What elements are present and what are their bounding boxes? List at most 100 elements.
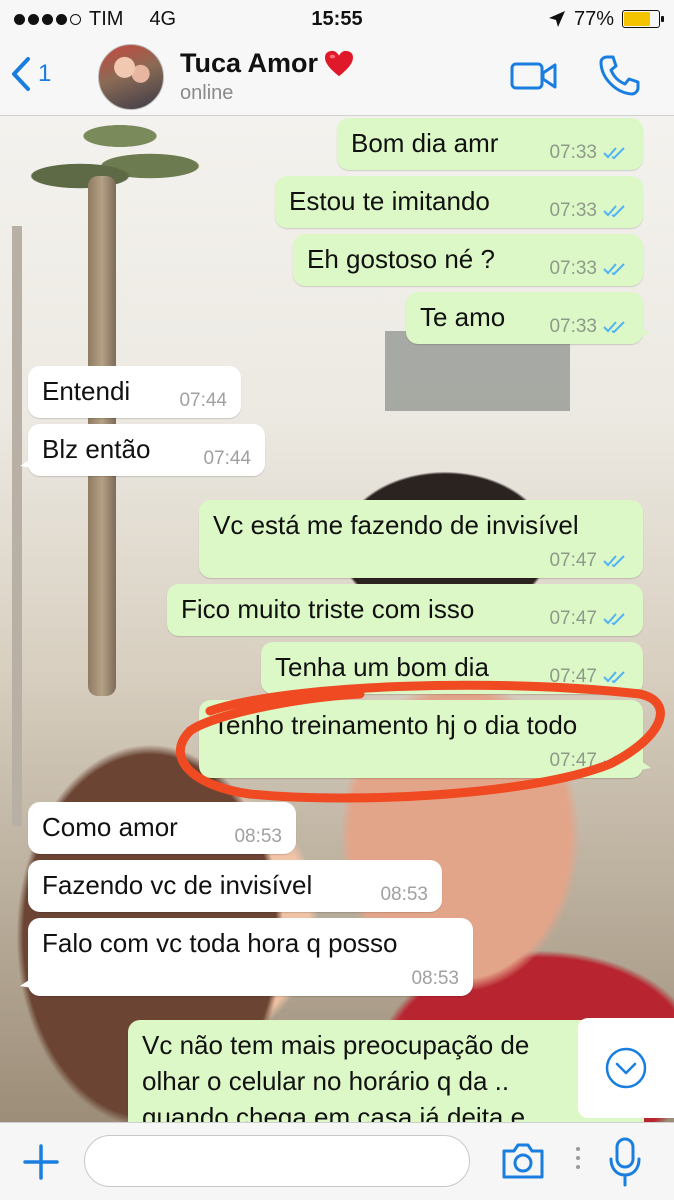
double-check-icon <box>603 147 625 160</box>
vertical-dots-icon <box>576 1147 580 1169</box>
message-input[interactable] <box>84 1135 470 1187</box>
message-bubble[interactable]: Falo com vc toda hora q posso 08:53 <box>20 918 473 996</box>
message-meta: 07:33 <box>549 316 629 338</box>
location-arrow-icon <box>548 11 565 27</box>
message-text: Bom dia amr <box>351 128 499 158</box>
double-check-icon <box>603 205 625 218</box>
back-chevron-icon <box>12 57 30 91</box>
message-bubble[interactable]: Tenho treinamento hj o dia todo 07:47 <box>199 700 651 778</box>
plus-icon <box>23 1144 59 1180</box>
message-time: 07:44 <box>179 390 227 411</box>
message-text: Tenha um bom dia <box>275 652 489 682</box>
battery-percent: 77% <box>573 7 614 30</box>
message-text: Fico muito triste com isso <box>181 594 475 624</box>
message-meta: 07:33 <box>549 258 629 280</box>
back-button[interactable]: 1 <box>10 56 51 92</box>
message-bubble[interactable]: Fico muito triste com isso 07:47 <box>167 584 643 636</box>
message-time: 07:33 <box>549 316 597 337</box>
battery-fill <box>624 12 651 26</box>
contact-status: online <box>180 82 234 104</box>
message-text-line: Vc não tem mais preocupação de <box>142 1030 530 1060</box>
back-count: 1 <box>38 60 52 87</box>
contact-name-text: Tuca Amor <box>180 48 319 78</box>
double-check-icon <box>603 613 625 626</box>
message-bubble[interactable]: Blz então 07:44 <box>20 424 265 476</box>
message-bubble[interactable]: Tenha um bom dia 07:47 <box>261 642 643 694</box>
microphone-icon <box>609 1137 641 1187</box>
message-time: 07:47 <box>549 550 597 571</box>
message-time: 07:33 <box>549 258 597 279</box>
avatar[interactable] <box>98 44 164 110</box>
message-time: 08:53 <box>380 884 428 905</box>
chevron-down-icon <box>605 1047 647 1089</box>
message-meta: 07:33 <box>549 200 629 222</box>
double-check-icon <box>603 263 625 276</box>
message-meta: 07:44 <box>203 448 251 470</box>
message-meta: 07:33 <box>549 142 629 164</box>
message-time: 07:47 <box>549 666 597 687</box>
signal-strength-icon <box>14 13 81 25</box>
status-right: 77% <box>548 7 664 31</box>
message-text: Estou te imitando <box>289 186 490 216</box>
double-check-icon <box>603 755 625 768</box>
message-bubble[interactable]: Fazendo vc de invisível 08:53 <box>28 860 442 912</box>
voice-call-button[interactable] <box>598 54 640 96</box>
phone-icon <box>599 55 640 96</box>
status-bar: TIM 4G 15:55 77% <box>0 0 674 38</box>
message-meta: 08:53 <box>411 968 459 990</box>
message-time: 07:47 <box>549 750 597 771</box>
message-bubble[interactable]: Vc não tem mais preocupação de olhar o c… <box>128 1020 644 1122</box>
message-time: 07:33 <box>549 142 597 163</box>
message-bubble[interactable]: Bom dia amr 07:33 <box>337 118 643 170</box>
message-bubble[interactable]: Eh gostoso né ? 07:33 <box>293 234 643 286</box>
message-text: Fazendo vc de invisível <box>42 870 313 900</box>
message-text: Falo com vc toda hora q posso <box>42 928 398 958</box>
carrier-label: TIM <box>89 7 124 30</box>
heart-icon <box>325 50 354 76</box>
message-text: Vc está me fazendo de invisível <box>213 510 579 540</box>
message-bubble[interactable]: Como amor 08:53 <box>28 802 296 854</box>
message-time: 07:44 <box>203 448 251 469</box>
double-check-icon <box>603 671 625 684</box>
video-call-button[interactable] <box>510 60 558 92</box>
video-camera-icon <box>510 62 557 90</box>
message-time: 08:53 <box>234 826 282 847</box>
scroll-to-bottom-button[interactable] <box>578 1018 674 1118</box>
network-label: 4G <box>149 7 177 30</box>
message-text: Entendi <box>42 376 131 406</box>
message-time: 07:33 <box>549 200 597 221</box>
message-meta: 08:53 <box>380 884 428 906</box>
message-meta: 08:53 <box>234 826 282 848</box>
double-check-icon <box>603 321 625 334</box>
message-text: Blz então <box>42 434 151 464</box>
message-time: 08:53 <box>411 968 459 989</box>
camera-button[interactable] <box>500 1141 546 1181</box>
status-left: TIM 4G <box>14 8 176 31</box>
microphone-button[interactable] <box>608 1137 642 1187</box>
message-text-line: quando chega em casa já deita e <box>142 1102 526 1122</box>
input-bar <box>0 1122 674 1200</box>
double-check-icon <box>603 555 625 568</box>
battery-icon <box>622 10 664 28</box>
message-meta: 07:47 <box>549 550 629 572</box>
message-meta: 07:47 <box>549 750 629 772</box>
message-text: Como amor <box>42 812 178 842</box>
attach-button[interactable] <box>22 1143 60 1181</box>
message-bubble[interactable]: Vc está me fazendo de invisível 07:47 <box>199 500 643 578</box>
message-bubble[interactable]: Estou te imitando 07:33 <box>275 176 643 228</box>
chat-header: 1 Tuca Amor online <box>0 38 674 116</box>
wallpaper-pole <box>12 226 22 826</box>
message-bubble[interactable]: Entendi 07:44 <box>28 366 241 418</box>
message-bubble[interactable]: Te amo 07:33 <box>406 292 651 344</box>
camera-icon <box>502 1143 544 1179</box>
message-time: 07:47 <box>549 608 597 629</box>
message-meta: 07:47 <box>549 666 629 688</box>
message-text: Te amo <box>420 302 506 332</box>
message-text-line: olhar o celular no horário q da .. <box>142 1066 510 1096</box>
message-meta: 07:44 <box>179 390 227 412</box>
chat-area[interactable]: Bom dia amr 07:33 Estou te imitando 07:3… <box>0 116 674 1122</box>
message-meta: 07:47 <box>549 608 629 630</box>
message-text: Eh gostoso né ? <box>307 244 495 274</box>
contact-name[interactable]: Tuca Amor <box>180 48 354 79</box>
message-text: Tenho treinamento hj o dia todo <box>213 710 578 740</box>
